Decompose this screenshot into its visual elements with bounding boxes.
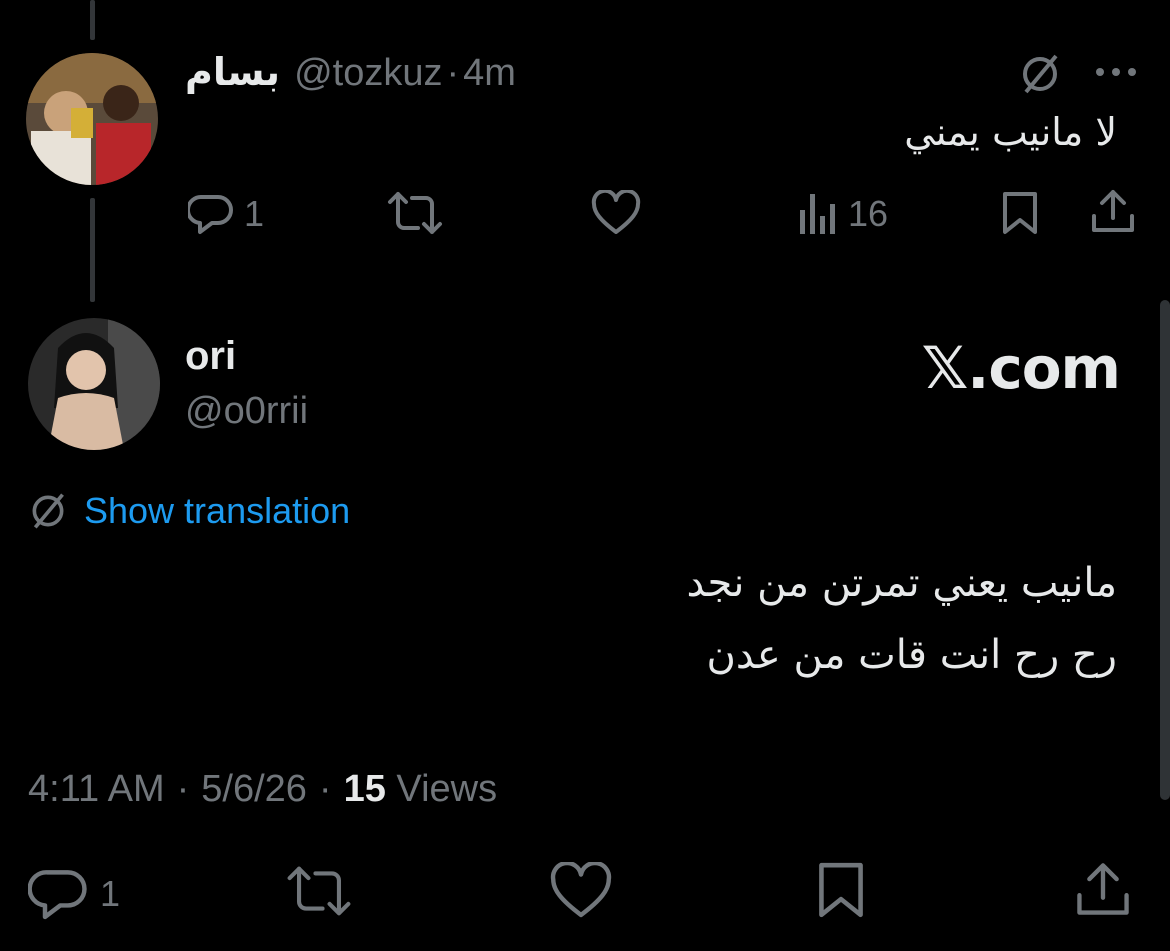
show-translation-link[interactable]: Show translation: [84, 490, 350, 532]
views-label: Views: [396, 768, 498, 810]
reply-views-button[interactable]: 16: [798, 192, 888, 236]
tweet-meta-row: 4:11 AM · 5/6/26 · 15 Views: [28, 768, 497, 811]
more-icon[interactable]: [1094, 66, 1138, 78]
translate-icon: [28, 491, 68, 531]
main-display-name[interactable]: ori: [185, 334, 236, 379]
views-count: 15: [343, 768, 386, 810]
show-translation-row[interactable]: Show translation: [28, 490, 350, 532]
reply-separator: ·: [446, 52, 460, 94]
thread-line-top: [90, 0, 95, 40]
main-text-line-1: مانيب يعني تمرتن من نجد: [686, 560, 1117, 606]
meta-separator: ·: [318, 768, 332, 810]
avatar[interactable]: [28, 318, 160, 450]
thread-line-middle: [90, 198, 95, 302]
share-icon[interactable]: [1090, 186, 1136, 236]
retweet-icon[interactable]: [284, 864, 354, 918]
main-text-line-2: رح رح انت قات من عدن: [706, 632, 1117, 678]
reply-views-count: 16: [848, 193, 889, 234]
reply-reply-button[interactable]: 1: [188, 192, 264, 236]
main-reply-count: 1: [100, 873, 121, 914]
main-handle[interactable]: @o0rrii: [185, 390, 308, 433]
watermark-logo: 𝕏.com: [921, 334, 1121, 402]
retweet-icon[interactable]: [386, 190, 444, 236]
like-icon[interactable]: [590, 190, 642, 236]
reply-reply-count: 1: [244, 193, 265, 234]
reply-icon: [28, 866, 90, 922]
scrollbar[interactable]: [1160, 300, 1170, 800]
tweet-views[interactable]: 15 Views: [344, 768, 498, 811]
reply-time[interactable]: 4m: [463, 52, 516, 95]
like-icon[interactable]: [548, 862, 614, 920]
reply-author-row: بسام @tozkuz · 4m: [185, 50, 516, 95]
translate-icon[interactable]: [1018, 52, 1062, 96]
reply-icon: [188, 192, 234, 236]
reply-text: لا مانيب يمني: [904, 110, 1117, 154]
main-reply-button[interactable]: 1: [28, 866, 120, 922]
reply-handle[interactable]: @tozkuz: [294, 52, 442, 95]
tweet-time[interactable]: 4:11 AM: [28, 768, 165, 811]
bookmark-icon[interactable]: [1000, 190, 1040, 236]
views-icon: [798, 192, 838, 236]
meta-separator: ·: [176, 768, 190, 810]
bookmark-icon[interactable]: [814, 860, 868, 920]
reply-display-name[interactable]: بسام: [185, 50, 280, 95]
share-icon[interactable]: [1074, 858, 1132, 920]
tweet-date[interactable]: 5/6/26: [201, 768, 307, 811]
avatar[interactable]: [26, 53, 158, 185]
